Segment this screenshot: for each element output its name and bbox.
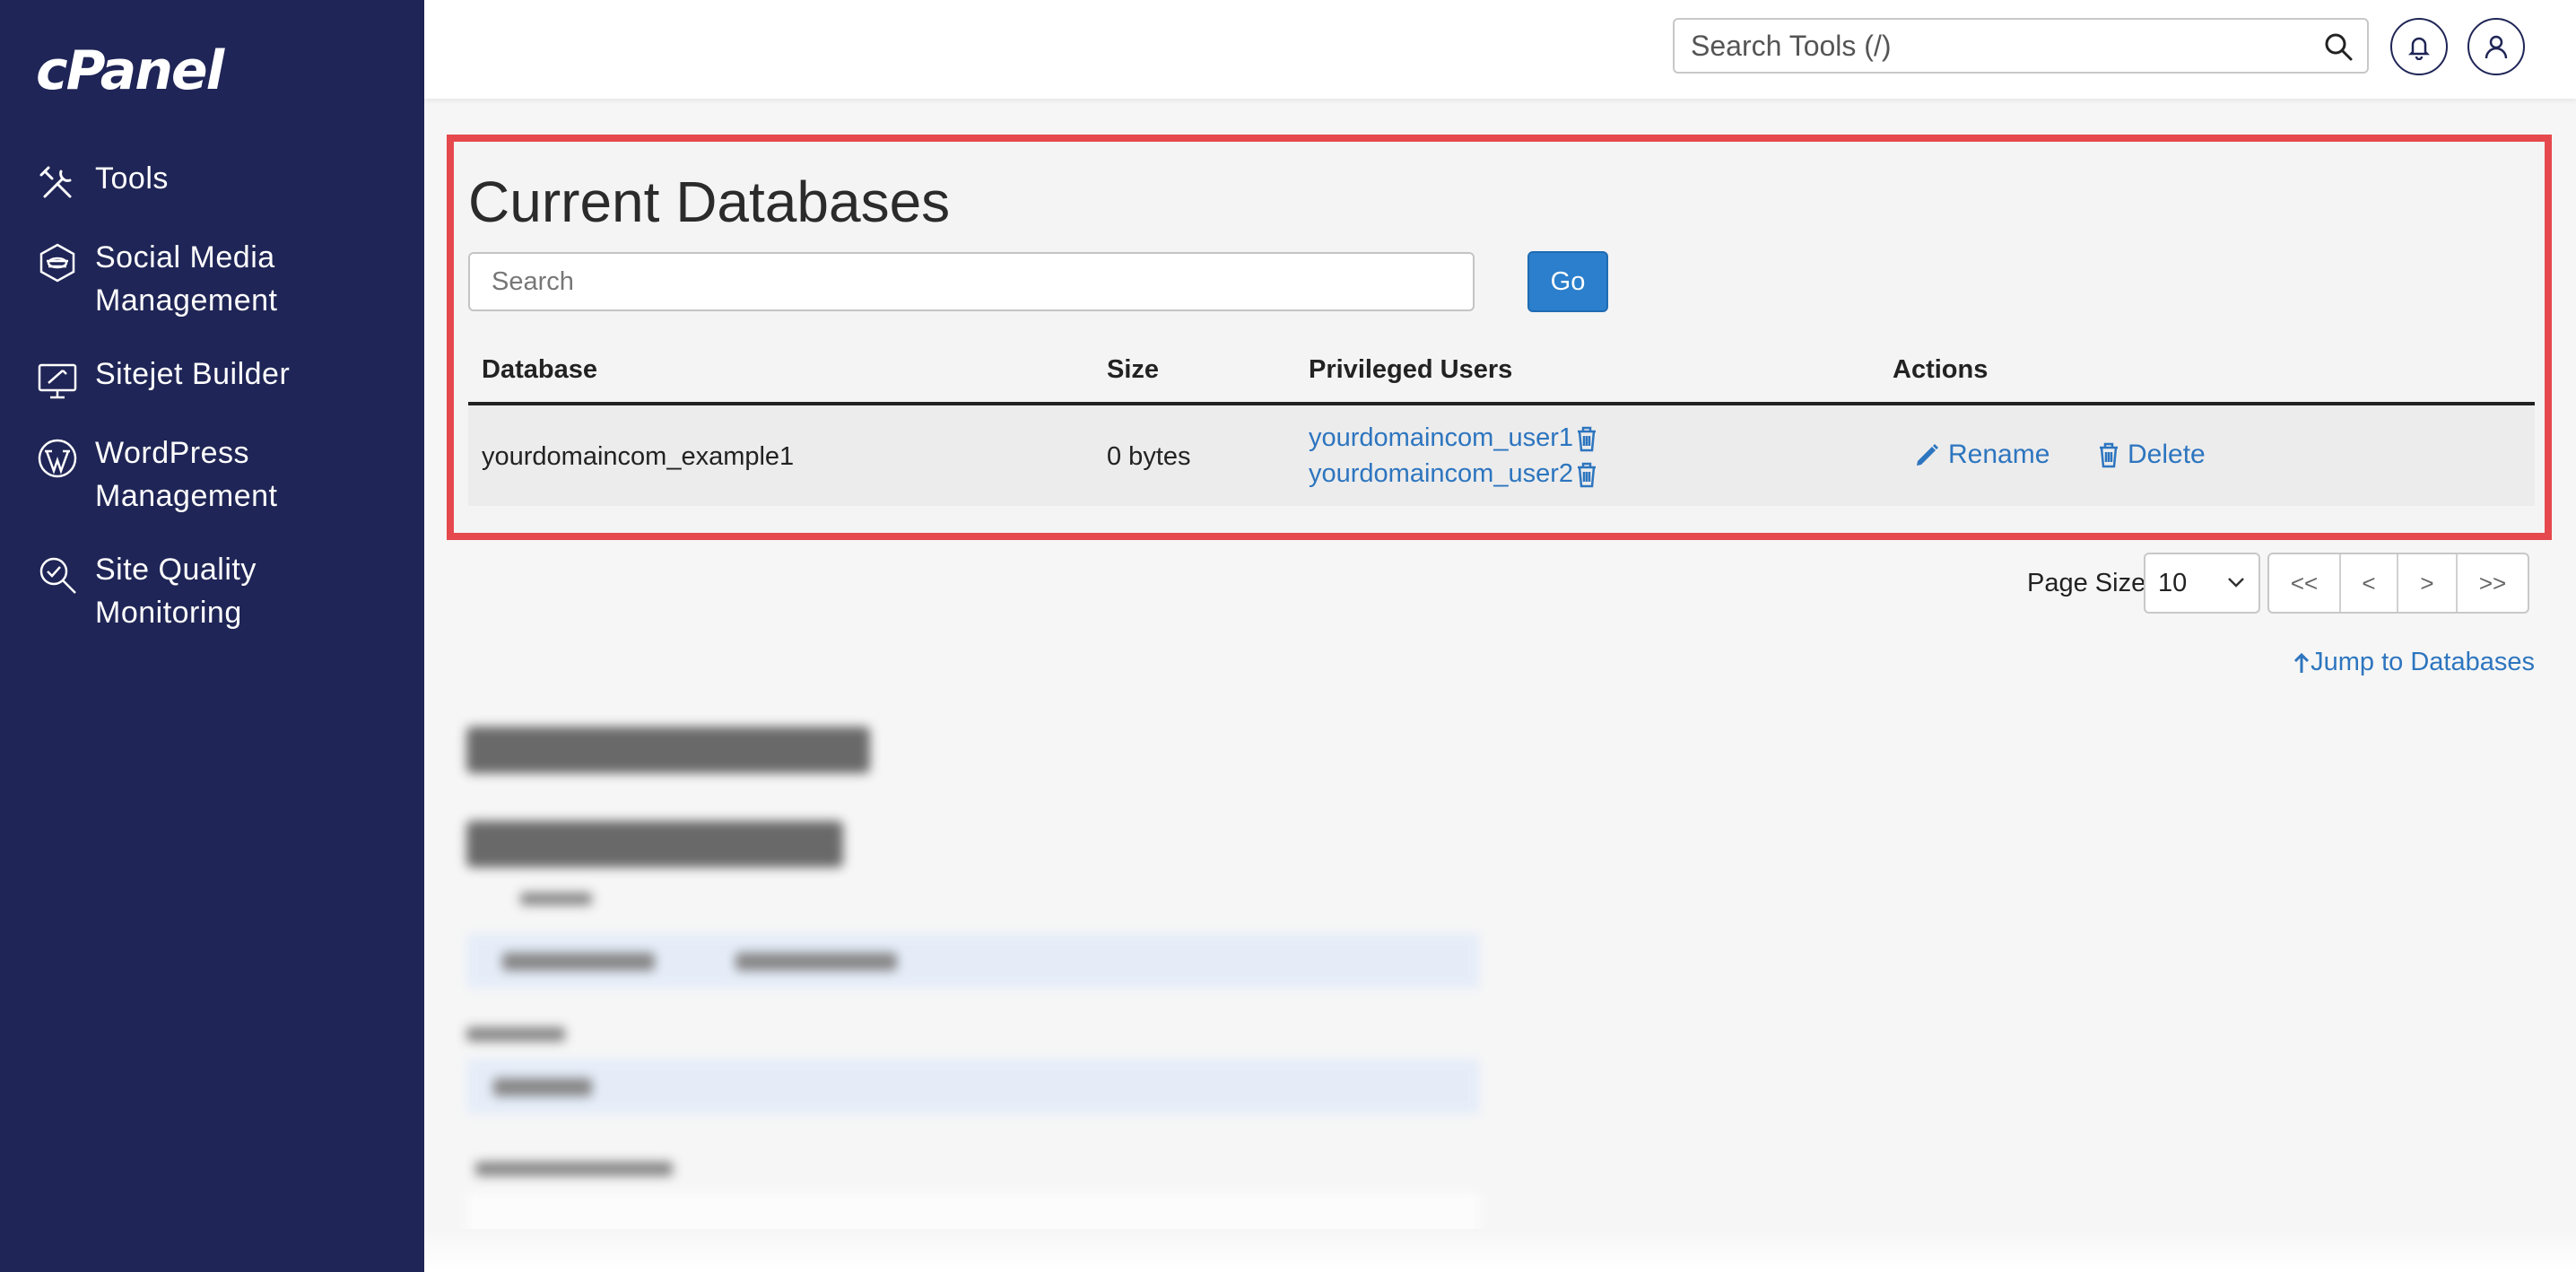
arrow-up-icon (2294, 652, 2310, 673)
top-bar (424, 0, 2576, 99)
search-icon[interactable] (2322, 30, 2354, 63)
wordpress-icon (38, 439, 77, 478)
column-header-database[interactable]: Database (482, 355, 597, 385)
delete-button[interactable]: Delete (2097, 440, 2206, 470)
sidebar-item-sitejet[interactable]: Sitejet Builder (0, 353, 424, 401)
social-media-icon (39, 243, 75, 283)
privileged-user-link[interactable]: yourdomaincom_user1 (1309, 423, 1598, 453)
sidebar-item-label: Site Quality Monitoring (95, 553, 257, 630)
sidebar-item-label: Sitejet Builder (95, 357, 291, 391)
page-title: Current Databases (468, 170, 951, 234)
sidebar-item-site-quality[interactable]: Site Quality Monitoring (0, 548, 424, 634)
trash-icon[interactable] (1575, 425, 1598, 452)
search-tools-input[interactable] (1675, 20, 2284, 72)
column-header-privileged-users: Privileged Users (1309, 355, 1513, 384)
database-name: yourdomaincom_example1 (482, 442, 795, 471)
search-tools-field[interactable] (1673, 18, 2369, 74)
sidebar-item-wordpress[interactable]: WordPress Management (0, 431, 424, 518)
bell-icon (2407, 37, 2431, 60)
column-header-actions: Actions (1893, 355, 1989, 384)
sidebar-item-label: WordPress Management (95, 436, 278, 513)
user-menu-button[interactable] (2467, 18, 2525, 75)
chevron-down-icon (2228, 578, 2244, 588)
privileged-user-2: yourdomaincom_user2 (1309, 459, 1598, 489)
sidebar-nav: Tools Social Media Management Sitejet Bui… (0, 157, 424, 665)
cpanel-logo[interactable]: cPanel (36, 39, 224, 102)
sidebar: cPanel Tools Social Media Management Site… (0, 0, 424, 1272)
first-page-button[interactable]: << (2269, 554, 2341, 612)
sidebar-item-social-media[interactable]: Social Media Management (0, 236, 424, 322)
trash-icon (2100, 442, 2118, 468)
site-quality-icon (39, 557, 76, 594)
trash-icon[interactable] (1575, 461, 1598, 488)
tools-icon (39, 166, 72, 198)
next-page-button[interactable]: > (2398, 554, 2458, 612)
jump-to-databases-link[interactable]: Jump to Databases (2293, 648, 2535, 677)
user-icon (2485, 35, 2508, 59)
sitejet-icon (38, 363, 77, 399)
database-size: 0 bytes (1107, 442, 1191, 471)
column-header-size[interactable]: Size (1107, 355, 1159, 385)
last-page-button[interactable]: >> (2458, 554, 2528, 612)
privileged-user-link[interactable]: yourdomaincom_user2 (1309, 459, 1598, 489)
sidebar-item-tools[interactable]: Tools (0, 157, 424, 205)
page-size-label: Page Size (2027, 569, 2146, 597)
sidebar-item-label: Social Media Management (95, 240, 278, 318)
database-search-field[interactable] (468, 252, 1475, 311)
page-size-value: 10 (2158, 568, 2188, 597)
page-size-select[interactable]: 10 (2144, 553, 2260, 614)
sidebar-item-label: Tools (95, 161, 169, 196)
privileged-user-1: yourdomaincom_user1 (1309, 423, 1598, 453)
go-button[interactable]: Go (1527, 251, 1608, 312)
previous-page-button[interactable]: < (2341, 554, 2398, 612)
rename-button[interactable]: Rename (1914, 440, 2049, 470)
notifications-button[interactable] (2390, 18, 2448, 75)
bottom-fade (424, 1229, 2576, 1272)
pencil-icon (1917, 444, 1938, 466)
database-search-input[interactable] (470, 254, 1473, 309)
blurred-content (457, 709, 1534, 1272)
pagination: << < > >> (2267, 553, 2529, 614)
